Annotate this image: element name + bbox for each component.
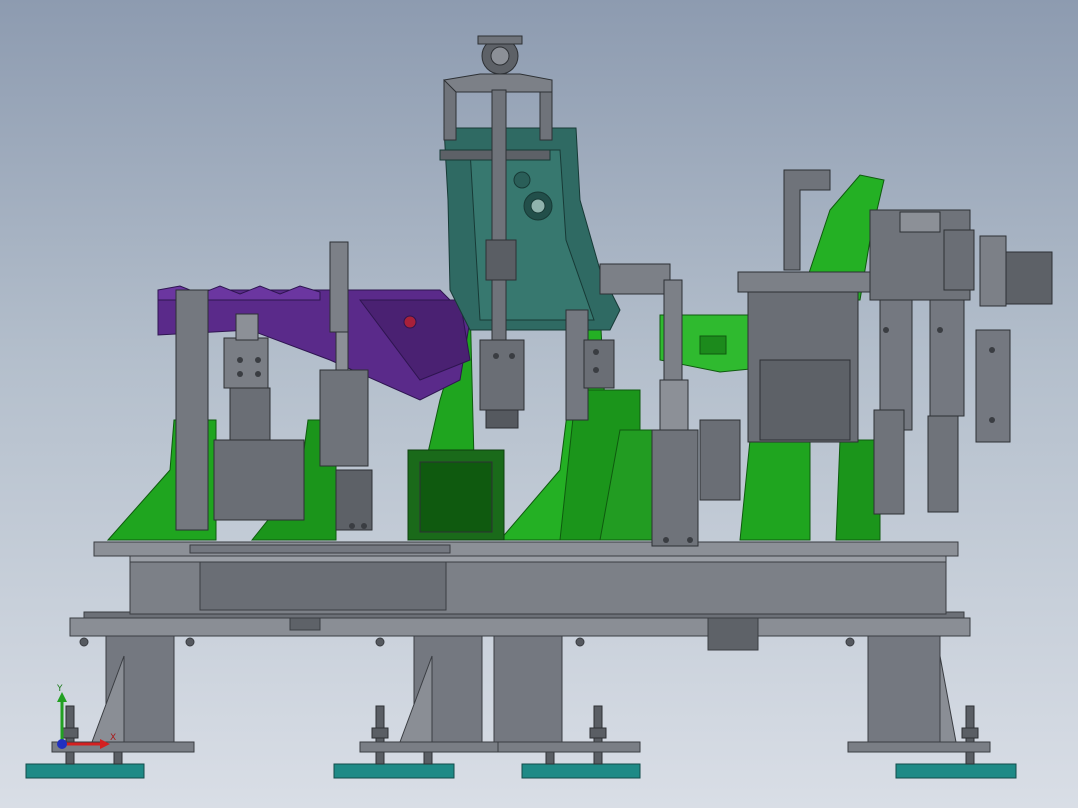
foot-pad — [895, 763, 1017, 779]
coordinate-triad: Y X — [56, 684, 116, 749]
base-beam — [129, 555, 947, 615]
support-legs — [91, 635, 957, 743]
foot-pad — [521, 763, 641, 779]
x-axis-label: X — [110, 733, 116, 743]
left-pneumatic-cylinders — [175, 241, 373, 531]
y-axis-label: Y — [56, 684, 63, 694]
fixture-assembly-model[interactable] — [0, 0, 1078, 808]
foot-pad — [333, 763, 455, 779]
top-base-plate — [93, 541, 959, 557]
cad-viewport[interactable]: Y X — [0, 0, 1078, 808]
leg-base-plates — [51, 741, 991, 753]
central-casting — [439, 127, 621, 331]
leveling-foot-pads — [25, 763, 1017, 779]
x-axis-arrow — [100, 739, 110, 749]
z-axis-marker — [57, 739, 67, 749]
foot-pad — [25, 763, 145, 779]
